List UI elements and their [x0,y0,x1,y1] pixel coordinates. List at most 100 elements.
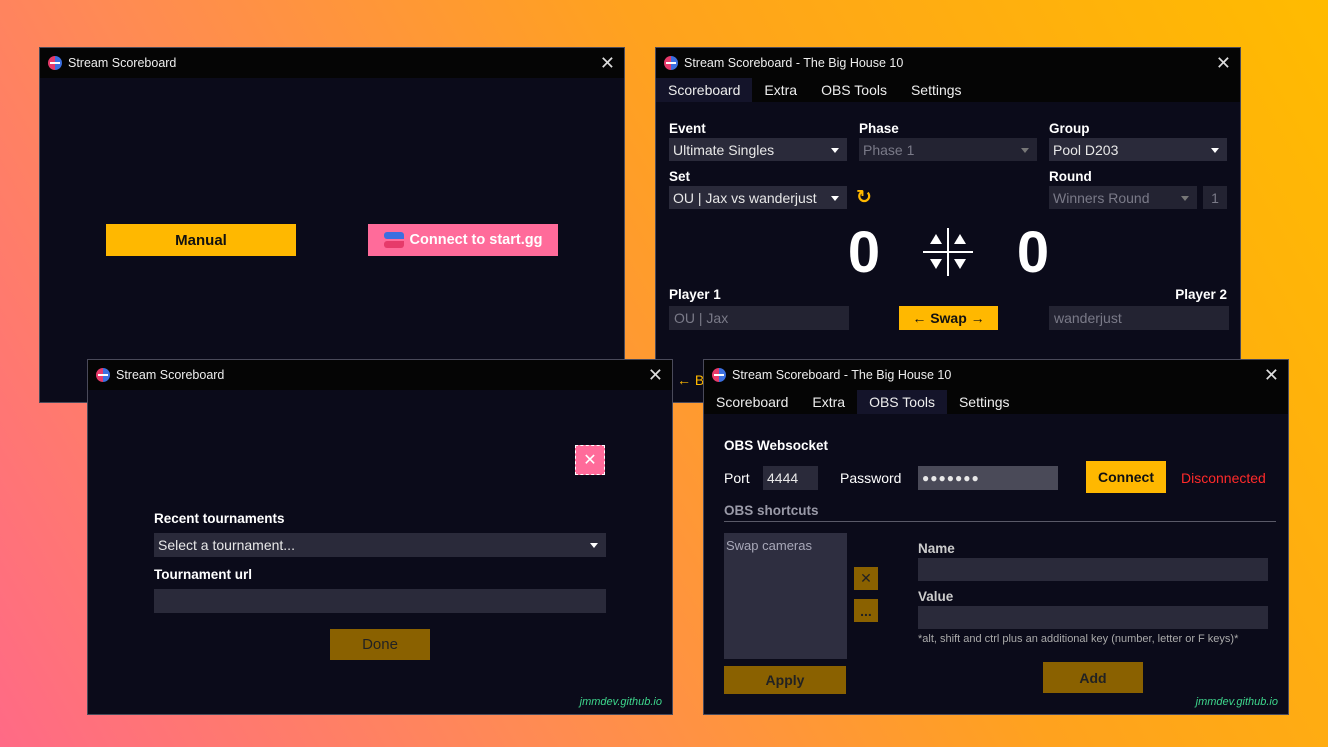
password-label: Password [840,470,902,486]
score-right[interactable]: 0 [1013,220,1053,286]
close-icon: ✕ [583,452,597,469]
round-label: Round [1049,169,1092,184]
close-icon: ✕ [860,570,872,586]
phase-label: Phase [859,121,899,136]
tournament-url-input[interactable] [154,589,606,613]
name-input[interactable] [918,558,1268,581]
close-icon[interactable]: ✕ [600,53,615,73]
group-label: Group [1049,121,1090,136]
connect-startgg-button[interactable]: Connect to start.gg [368,224,558,256]
tab-bar: Scoreboard Extra OBS Tools Settings [704,390,1288,414]
tab-settings[interactable]: Settings [947,390,1022,414]
startgg-label: Connect to start.gg [409,232,543,248]
window-title: Stream Scoreboard - The Big House 10 [684,56,904,70]
tab-obs-tools[interactable]: OBS Tools [857,390,947,414]
window-title: Stream Scoreboard - The Big House 10 [732,368,952,382]
chevron-down-icon [831,147,839,153]
value-input[interactable] [918,606,1268,629]
recent-tournaments-select[interactable]: Select a tournament... [154,533,606,557]
swap-button[interactable]: ← Swap → [899,306,998,330]
password-input[interactable]: ●●●●●●● [918,466,1058,490]
footer-link[interactable]: jmmdev.github.io [1196,696,1278,708]
port-input[interactable]: 4444 [763,466,818,490]
obs-tools-window: Stream Scoreboard - The Big House 10 ✕ S… [703,359,1289,715]
phase-value: Phase 1 [863,141,915,158]
back-link[interactable]: ← B [677,372,704,388]
key-hint: *alt, shift and ctrl plus an additional … [918,633,1239,645]
recent-tournaments-value: Select a tournament... [158,537,295,553]
tab-bar: Scoreboard Extra OBS Tools Settings [656,78,1240,102]
player2-value: wanderjust [1054,310,1122,326]
event-select[interactable]: Ultimate Singles [669,138,847,161]
app-logo-icon [48,56,62,70]
event-value: Ultimate Singles [673,141,775,158]
group-value: Pool D203 [1053,141,1119,158]
group-select[interactable]: Pool D203 [1049,138,1227,161]
tab-scoreboard[interactable]: Scoreboard [656,78,753,102]
titlebar[interactable]: Stream Scoreboard - The Big House 10 ✕ [656,48,1240,78]
chevron-down-icon [590,543,598,548]
done-button[interactable]: Done [330,629,430,660]
manual-button[interactable]: Manual [106,224,296,256]
titlebar[interactable]: Stream Scoreboard - The Big House 10 ✕ [704,360,1288,390]
score-left[interactable]: 0 [844,220,884,286]
remove-shortcut-button[interactable]: ✕ [854,567,878,590]
player1-field[interactable]: OU | Jax [669,306,849,330]
shortcut-list[interactable]: Swap cameras [724,533,847,659]
footer-link[interactable]: jmmdev.github.io [580,696,662,708]
window-title: Stream Scoreboard [116,368,225,382]
close-icon[interactable]: ✕ [1264,365,1279,385]
divider [724,521,1276,522]
add-button[interactable]: Add [1043,662,1143,693]
player1-label: Player 1 [669,287,721,302]
port-value: 4444 [767,470,799,486]
round-number-field[interactable]: 1 [1203,186,1227,209]
recent-tournaments-label: Recent tournaments [154,511,285,526]
round-select[interactable]: Winners Round [1049,186,1197,209]
event-label: Event [669,121,706,136]
titlebar[interactable]: Stream Scoreboard ✕ [40,48,624,78]
titlebar[interactable]: Stream Scoreboard ✕ [88,360,672,390]
obs-shortcuts-heading: OBS shortcuts [724,503,819,518]
tab-settings[interactable]: Settings [899,78,974,102]
p2-decrement-icon[interactable] [954,259,966,269]
chevron-down-icon [1021,147,1029,153]
chevron-down-icon [1181,195,1189,201]
window-title: Stream Scoreboard [68,56,177,70]
connect-button[interactable]: Connect [1086,461,1166,493]
edit-shortcut-button[interactable]: ... [854,599,878,622]
apply-button[interactable]: Apply [724,666,846,694]
name-label: Name [918,541,955,556]
list-item[interactable]: Swap cameras [724,533,847,558]
phase-select[interactable]: Phase 1 [859,138,1037,161]
value-label: Value [918,589,954,604]
player1-value: OU | Jax [674,310,729,326]
player2-field[interactable]: wanderjust [1049,306,1229,330]
close-icon[interactable]: ✕ [1216,53,1231,73]
app-logo-icon [712,368,726,382]
tab-extra[interactable]: Extra [752,78,809,102]
tab-scoreboard[interactable]: Scoreboard [704,390,800,414]
p1-decrement-icon[interactable] [930,259,942,269]
round-value: Winners Round [1053,189,1150,206]
tab-obs-tools[interactable]: OBS Tools [809,78,899,102]
set-value: OU | Jax vs wanderjust [673,189,817,206]
startgg-icon [383,230,404,250]
launcher-window: Stream Scoreboard ✕ Manual Connect to st… [39,47,625,403]
tab-extra[interactable]: Extra [800,390,857,414]
app-logo-icon [96,368,110,382]
set-select[interactable]: OU | Jax vs wanderjust [669,186,847,209]
score-arrows [923,228,973,276]
set-label: Set [669,169,691,184]
p1-increment-icon[interactable] [930,234,942,244]
password-value: ●●●●●●● [922,471,980,485]
tournament-window: Stream Scoreboard ✕ ✕ Recent tournaments… [87,359,673,715]
scoreboard-window: Stream Scoreboard - The Big House 10 ✕ S… [655,47,1241,403]
round-number: 1 [1211,189,1219,206]
cancel-button[interactable]: ✕ [575,445,605,475]
close-icon[interactable]: ✕ [648,365,663,385]
obs-websocket-heading: OBS Websocket [724,438,829,453]
p2-increment-icon[interactable] [954,234,966,244]
tournament-url-label: Tournament url [154,567,253,582]
refresh-icon[interactable]: ↻ [856,186,876,209]
